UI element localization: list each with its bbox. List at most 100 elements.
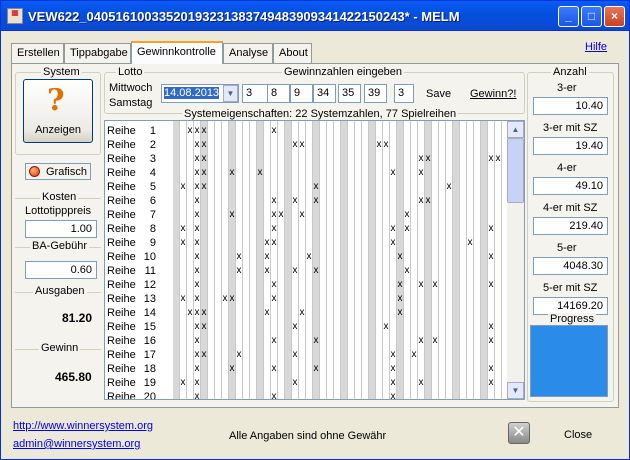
scroll-up-icon[interactable]: ▲ (507, 121, 524, 138)
grid-mark: x (390, 377, 396, 388)
grid-mark: x (187, 307, 193, 318)
tab-gewinnkontrolle[interactable]: Gewinnkontrolle (131, 41, 223, 64)
grid-mark: x (194, 391, 200, 400)
table-row[interactable]: Reihe 4 x x x x x x (105, 166, 507, 180)
grid-mark: x (271, 223, 277, 234)
table-row[interactable]: Reihe 13 x x x x x x (105, 292, 507, 306)
scroll-down-icon[interactable]: ▼ (507, 382, 524, 399)
grid-mark: x (390, 363, 396, 374)
spielreihen-grid[interactable]: Reihe 1 x x x x Reihe 2 x x x x x x Reihe 3 x x x x x x Reihe 4… (104, 120, 525, 400)
grid-mark: x (201, 139, 207, 150)
grid-mark: x (432, 279, 438, 290)
row-label: Reihe (107, 335, 136, 347)
website-link[interactable]: http://www.winnersystem.org (13, 420, 153, 432)
row-label: Reihe (107, 237, 136, 249)
grid-mark: x (299, 307, 305, 318)
grid-mark: x (236, 349, 242, 360)
scroll-thumb[interactable] (507, 138, 524, 203)
email-link[interactable]: admin@winnersystem.org (13, 438, 140, 450)
grid-mark: x (180, 223, 186, 234)
grid-mark: x (313, 363, 319, 374)
table-row[interactable]: Reihe 17 x x x x x x (105, 348, 507, 362)
table-row[interactable]: Reihe 9 x x x x x x (105, 236, 507, 250)
table-row[interactable]: Reihe 8 x x x x x x (105, 222, 507, 236)
anzahl-label: 3-er (557, 82, 577, 94)
anzeigen-button[interactable]: ? Anzeigen (23, 79, 93, 143)
grid-mark: x (194, 349, 200, 360)
gewinn-check-button[interactable]: Gewinn?! (470, 88, 516, 100)
row-label: Reihe (107, 363, 136, 375)
winning-number-6[interactable]: 39 (364, 84, 387, 103)
minimize-button[interactable]: _ (558, 6, 579, 27)
grid-mark: x (194, 363, 200, 374)
tab-tippabgabe[interactable]: Tippabgabe (64, 43, 131, 63)
row-number: 7 (149, 209, 156, 221)
table-row[interactable]: Reihe 7 x x x x x x (105, 208, 507, 222)
grid-mark: x (467, 237, 473, 248)
save-button[interactable]: Save (426, 88, 451, 100)
winning-number-3[interactable]: 9 (290, 84, 313, 103)
lottotipppreis-field[interactable]: 1.00 (25, 220, 97, 238)
superzahl-field[interactable]: 3 (394, 84, 414, 103)
row-label: Reihe (107, 321, 136, 333)
grid-mark: x (390, 349, 396, 360)
grid-mark: x (488, 377, 494, 388)
table-row[interactable]: Reihe 15 x x x x x (105, 320, 507, 334)
table-row[interactable]: Reihe 16 x x x x x x (105, 334, 507, 348)
grid-mark: x (194, 139, 200, 150)
anzahl-value[interactable]: 19.40 (533, 137, 608, 155)
table-row[interactable]: Reihe 6 x x x x x x (105, 194, 507, 208)
winning-number-4[interactable]: 34 (313, 84, 336, 103)
close-button[interactable]: Close (564, 429, 592, 441)
close-x-icon[interactable]: ✕ (508, 422, 530, 444)
grid-mark: x (278, 209, 284, 220)
grid-mark: x (229, 167, 235, 178)
table-row[interactable]: Reihe 19 x x x x x x (105, 376, 507, 390)
row-label: Reihe (107, 181, 136, 193)
row-number: 17 (143, 349, 156, 361)
samstag-label[interactable]: Samstag (109, 97, 152, 109)
table-row[interactable]: Reihe 12 x x x x x x (105, 278, 507, 292)
grid-mark: x (194, 293, 200, 304)
table-row[interactable]: Reihe 10 x x x x x x (105, 250, 507, 264)
grid-scrollbar[interactable]: ▲ ▼ (507, 121, 524, 399)
help-link[interactable]: Hilfe (585, 41, 607, 53)
grid-mark: x (495, 153, 501, 164)
mittwoch-label[interactable]: Mittwoch (109, 82, 152, 94)
row-number: 10 (143, 251, 156, 263)
row-label: Reihe (107, 209, 136, 221)
grid-mark: x (383, 321, 389, 332)
progress-label: Progress (548, 313, 597, 325)
table-row[interactable]: Reihe 3 x x x x x x (105, 152, 507, 166)
anzahl-value[interactable]: 4048.30 (533, 257, 608, 275)
grid-mark: x (264, 307, 270, 318)
row-number: 19 (143, 377, 156, 389)
table-row[interactable]: Reihe 18 x x x x x x (105, 362, 507, 376)
grid-mark: x (236, 265, 242, 276)
table-row[interactable]: Reihe 11 x x x x x x (105, 264, 507, 278)
row-label: Reihe (107, 391, 136, 400)
tab-analyse[interactable]: Analyse (223, 43, 273, 63)
title-bar[interactable]: ▦ VEW622_0405161003352019323138374948390… (1, 1, 629, 31)
grid-mark: x (397, 293, 403, 304)
app-icon[interactable]: ▦ (7, 8, 23, 24)
table-row[interactable]: Reihe 1 x x x x (105, 124, 507, 138)
anzahl-value[interactable]: 10.40 (533, 97, 608, 115)
ba-gebuehr-field[interactable]: 0.60 (25, 261, 97, 279)
table-row[interactable]: Reihe 2 x x x x x x (105, 138, 507, 152)
winning-number-5[interactable]: 35 (338, 84, 361, 103)
chevron-down-icon[interactable]: ▼ (223, 85, 238, 102)
anzahl-value[interactable]: 49.10 (533, 177, 608, 195)
table-row[interactable]: Reihe 5 x x x x x (105, 180, 507, 194)
tab-erstellen[interactable]: Erstellen (11, 43, 64, 63)
tab-about[interactable]: About (273, 43, 312, 63)
table-row[interactable]: Reihe 14 x x x x x x (105, 306, 507, 320)
table-row[interactable]: Reihe 20 x x x (105, 390, 507, 400)
close-window-button[interactable]: × (604, 6, 625, 27)
grid-mark: x (194, 265, 200, 276)
maximize-button[interactable]: □ (581, 6, 602, 27)
anzahl-value[interactable]: 219.40 (533, 217, 608, 235)
winning-number-2[interactable]: 8 (267, 84, 290, 103)
grid-mark: x (271, 279, 277, 290)
row-number: 20 (143, 391, 156, 400)
